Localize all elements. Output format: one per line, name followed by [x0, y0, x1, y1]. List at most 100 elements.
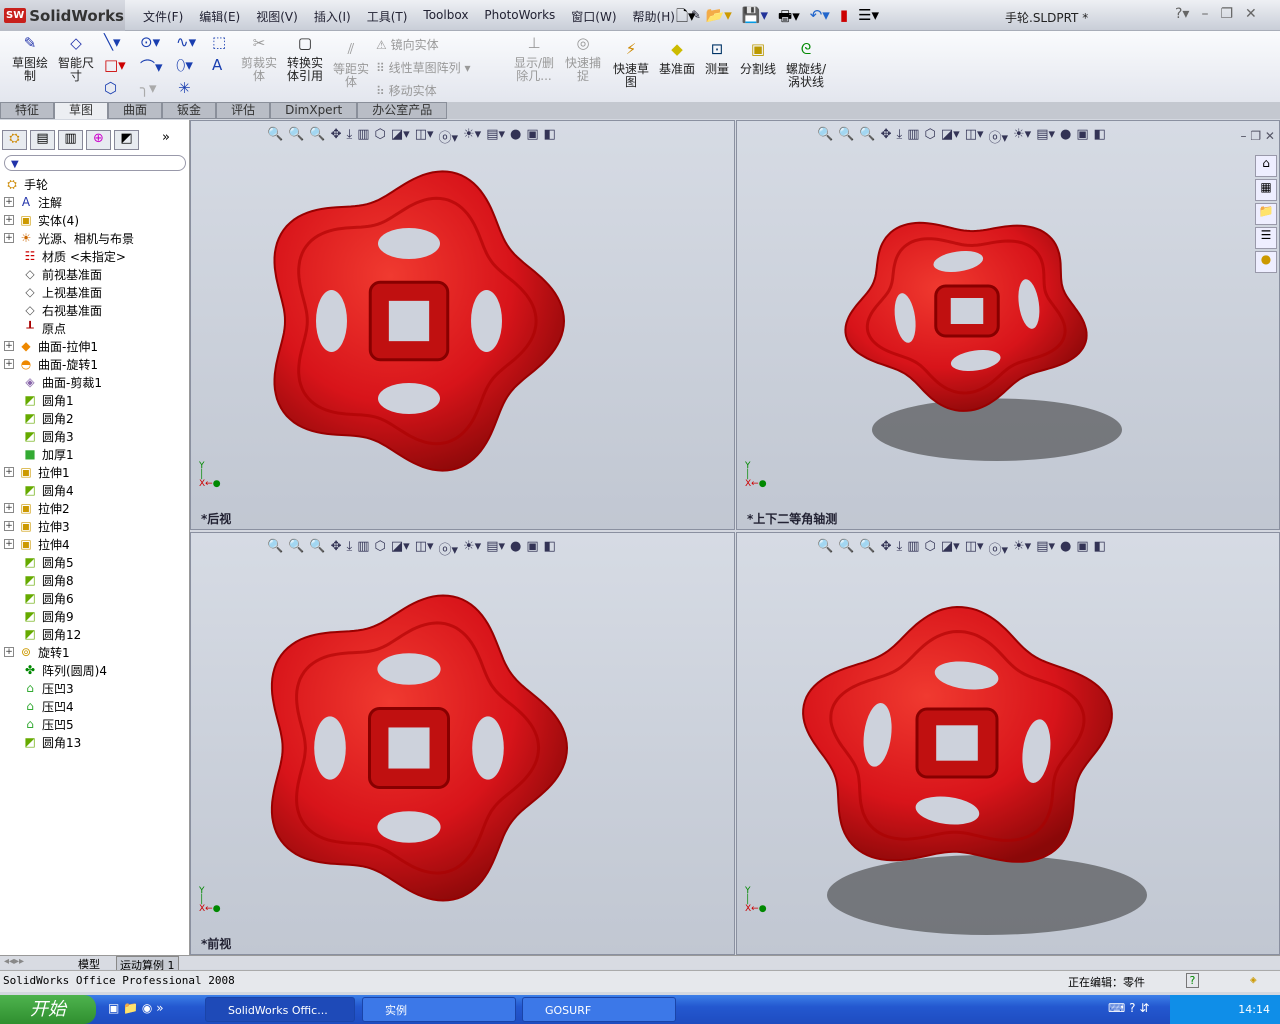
- construction-geometry-icon[interactable]: ⬚: [212, 33, 226, 51]
- display-delete-relations-button[interactable]: ⊥ 显示/删除几...: [512, 36, 556, 83]
- fillet-sketch-icon[interactable]: ╮▾: [140, 79, 157, 97]
- tag-icon[interactable]: ◈: [1250, 973, 1257, 986]
- task-shili[interactable]: 实例: [362, 997, 516, 1022]
- polygon-icon[interactable]: ⬡: [104, 79, 117, 97]
- tree-item[interactable]: + ▣ 拉伸4: [4, 535, 190, 553]
- tree-item[interactable]: ◩ 圆角8: [4, 571, 190, 589]
- tree-item[interactable]: ┸ 原点: [4, 319, 190, 337]
- tree-item[interactable]: + ◆ 曲面-拉伸1: [4, 337, 190, 355]
- dimxpert-manager-tab-icon[interactable]: ⊕: [86, 130, 111, 150]
- save-icon[interactable]: 💾▾: [742, 6, 768, 31]
- tree-item[interactable]: ◩ 圆角13: [4, 733, 190, 751]
- plane-button[interactable]: ◆ 基准面: [656, 42, 698, 76]
- mirror-entities-button[interactable]: ⚠ 镜向实体: [376, 36, 439, 53]
- tree-item[interactable]: ⌂ 压凹5: [4, 715, 190, 733]
- viewport-window-controls[interactable]: – ❐ ✕: [1241, 129, 1275, 143]
- close-icon[interactable]: ✕: [1245, 6, 1257, 22]
- menu-photoworks[interactable]: PhotoWorks: [476, 8, 563, 25]
- undo-icon[interactable]: ↶▾: [810, 6, 830, 31]
- tree-item[interactable]: ◇ 前视基准面: [4, 265, 190, 283]
- expand-icon[interactable]: +: [4, 197, 14, 207]
- spline-icon[interactable]: ∿▾: [176, 33, 196, 51]
- expand-icon[interactable]: +: [4, 233, 14, 243]
- line-icon[interactable]: ╲▾: [104, 33, 121, 51]
- menu-edit[interactable]: 编辑(E): [191, 8, 248, 25]
- tab-surfaces[interactable]: 曲面: [108, 102, 163, 119]
- trim-entities-button[interactable]: ✂ 剪裁实体: [238, 36, 280, 83]
- tree-item[interactable]: + ⊚ 旋转1: [4, 643, 190, 661]
- helix-spiral-button[interactable]: ᘓ 螺旋线/涡状线: [784, 42, 828, 89]
- tab-features[interactable]: 特征: [0, 102, 55, 119]
- split-line-button[interactable]: ▣ 分割线: [738, 42, 778, 76]
- ellipse-icon[interactable]: ⬯▾: [176, 56, 193, 74]
- tree-item[interactable]: + ▣ 拉伸1: [4, 463, 190, 481]
- property-manager-tab-icon[interactable]: ▤: [30, 130, 55, 150]
- tree-item[interactable]: + A 注解: [4, 193, 190, 211]
- tab-scroll-arrows[interactable]: ◂◂▸▸: [4, 956, 24, 967]
- viewport-1[interactable]: 🔍 🔍 🔍 ✥ ⤓ ▥ ⬡ ◪▾ ◫▾ ⓞ▾ ☀▾ ▤▾ ● ▣ ◧ Y │ X←● *后视: [190, 120, 735, 530]
- menu-insert[interactable]: 插入(I): [306, 8, 359, 25]
- menu-help[interactable]: 帮助(H): [625, 8, 683, 25]
- new-icon[interactable]: 🗋▾: [676, 6, 696, 31]
- tree-item[interactable]: + ▣ 实体(4): [4, 211, 190, 229]
- tree-item[interactable]: ☷ 材质 <未指定>: [4, 247, 190, 265]
- handwheel-model[interactable]: [191, 121, 735, 530]
- task-solidworks[interactable]: SolidWorks Offic...: [205, 997, 355, 1022]
- configuration-manager-tab-icon[interactable]: ▥: [58, 130, 83, 150]
- menu-toolbox[interactable]: Toolbox: [415, 8, 476, 25]
- expand-chevron-icon[interactable]: »: [162, 130, 170, 150]
- menu-file[interactable]: 文件(F): [135, 8, 191, 25]
- feature-manager-tab-icon[interactable]: ⛭: [2, 130, 27, 150]
- view-palette-icon[interactable]: ☰: [1255, 227, 1277, 249]
- arc-icon[interactable]: ⌒▾: [140, 56, 163, 77]
- design-library-icon[interactable]: ▦: [1255, 179, 1277, 201]
- tree-item[interactable]: ◩ 圆角9: [4, 607, 190, 625]
- tab-evaluate[interactable]: 评估: [216, 102, 271, 119]
- tree-filter-input[interactable]: ▼: [4, 155, 186, 171]
- handwheel-model[interactable]: [737, 121, 1280, 530]
- home-icon[interactable]: ⌂: [1255, 155, 1277, 177]
- help-icon[interactable]: ?▾: [1175, 6, 1189, 22]
- display-manager-tab-icon[interactable]: ◩: [114, 130, 139, 150]
- tree-item[interactable]: ◩ 圆角12: [4, 625, 190, 643]
- tab-sheet-metal[interactable]: 钣金: [162, 102, 217, 119]
- solidworks-logo[interactable]: SW SolidWorks: [0, 0, 125, 31]
- tree-item[interactable]: ◩ 圆角4: [4, 481, 190, 499]
- tab-dimxpert[interactable]: DimXpert: [270, 102, 358, 119]
- tree-item[interactable]: ◩ 圆角1: [4, 391, 190, 409]
- tree-item[interactable]: ✤ 阵列(圆周)4: [4, 661, 190, 679]
- smart-dimension-button[interactable]: ◇ 智能尺寸: [56, 36, 96, 83]
- viewport-2[interactable]: 🔍 🔍 🔍 ✥ ⤓ ▥ ⬡ ◪▾ ◫▾ ⓞ▾ ☀▾ ▤▾ ● ▣ ◧ Y │ X←● *上下二等角轴测 – ❐ ✕: [736, 120, 1280, 530]
- restore-icon[interactable]: ❐: [1220, 6, 1233, 22]
- tree-item[interactable]: ◇ 右视基准面: [4, 301, 190, 319]
- measure-button[interactable]: ⊡ 测量: [702, 42, 732, 76]
- tree-item[interactable]: ◇ 上视基准面: [4, 283, 190, 301]
- tree-item[interactable]: + ▣ 拉伸3: [4, 517, 190, 535]
- move-entities-button[interactable]: ⠷ 移动实体: [376, 82, 437, 99]
- tray-icons[interactable]: ⌨ ? ⇵: [1108, 1001, 1149, 1015]
- tree-item[interactable]: ⛭ 手轮: [4, 175, 190, 193]
- rectangle-icon[interactable]: □▾: [104, 56, 126, 74]
- tree-item[interactable]: ⌂ 压凹3: [4, 679, 190, 697]
- tab-office-products[interactable]: 办公室产品: [357, 102, 448, 119]
- handwheel-model[interactable]: [737, 533, 1280, 955]
- file-explorer-icon[interactable]: 📁: [1255, 203, 1277, 225]
- rapid-sketch-button[interactable]: ⚡ 快速草图: [612, 42, 650, 89]
- tree-item[interactable]: ◩ 圆角2: [4, 409, 190, 427]
- menu-window[interactable]: 窗口(W): [563, 8, 624, 25]
- tree-item[interactable]: ■ 加厚1: [4, 445, 190, 463]
- print-icon[interactable]: 🖶▾: [778, 6, 800, 31]
- task-gosurf[interactable]: GOSURF: [522, 997, 676, 1022]
- point-icon[interactable]: ✳: [178, 79, 191, 97]
- tree-item[interactable]: ◩ 圆角3: [4, 427, 190, 445]
- expand-icon[interactable]: +: [4, 467, 14, 477]
- sketch-button[interactable]: ✎ 草图绘制: [8, 36, 52, 83]
- expand-icon[interactable]: +: [4, 359, 14, 369]
- tree-item[interactable]: ◩ 圆角5: [4, 553, 190, 571]
- offset-entities-button[interactable]: ⫽ 等距实体: [330, 42, 372, 89]
- viewport-3[interactable]: 🔍 🔍 🔍 ✥ ⤓ ▥ ⬡ ◪▾ ◫▾ ⓞ▾ ☀▾ ▤▾ ● ▣ ◧ Y │ X←● *前视: [190, 532, 735, 955]
- menu-view[interactable]: 视图(V): [248, 8, 306, 25]
- expand-icon[interactable]: +: [4, 539, 14, 549]
- appearances-icon[interactable]: ●: [1255, 251, 1277, 273]
- options-icon[interactable]: ☰▾: [858, 6, 879, 31]
